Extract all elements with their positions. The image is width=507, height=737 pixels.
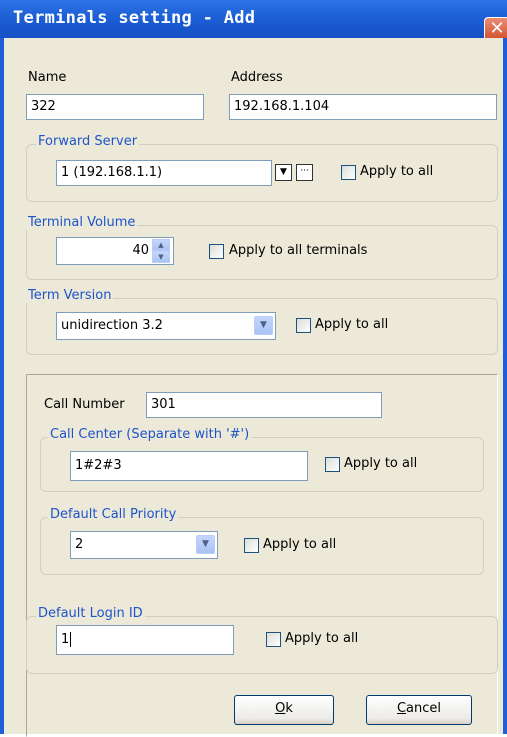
call-number-label: Call Number [44,397,125,412]
term-version-dropdown-button[interactable]: ▼ [254,316,273,335]
forward-server-dropdown-button[interactable]: ▼ [275,164,292,181]
name-field[interactable]: 322 [26,94,204,120]
terminal-volume-apply-label: Apply to all terminals [229,243,368,258]
ok-mnemonic: O [275,701,286,716]
volume-up-button[interactable]: ▲ [152,239,170,251]
login-id-legend: Default Login ID [36,606,145,621]
chevron-down-icon: ▼ [260,320,267,330]
login-id-apply-label: Apply to all [285,631,359,646]
name-label: Name [28,70,67,85]
call-priority-apply-label: Apply to all [263,537,337,552]
call-number-field[interactable]: 301 [146,392,382,418]
call-center-apply-label: Apply to all [344,456,418,471]
forward-server-field[interactable]: 1 (192.168.1.1) [56,160,272,186]
window-title: Terminals setting - Add [13,8,256,28]
login-id-value: 1 [61,632,70,647]
arrow-down-icon: ▼ [158,253,164,261]
close-icon: ✕ [489,18,505,39]
ok-label-rest: k [285,701,293,716]
forward-server-legend: Forward Server [36,134,140,149]
term-version-select[interactable]: unidirection 3.2 [56,312,276,340]
cancel-button[interactable]: Cancel [366,695,472,725]
login-id-apply-checkbox[interactable] [266,632,281,647]
address-field[interactable]: 192.168.1.104 [229,94,497,120]
call-priority-legend: Default Call Priority [48,507,179,522]
text-cursor [70,632,72,647]
ok-button[interactable]: Ok [234,695,334,725]
term-version-apply-checkbox[interactable] [296,318,311,333]
call-priority-apply-checkbox[interactable] [244,538,259,553]
address-label: Address [231,70,283,85]
call-center-field[interactable]: 1#2#3 [70,451,308,481]
login-id-field[interactable]: 1 [56,625,234,655]
forward-server-browse-button[interactable]: ··· [296,164,313,181]
triangle-down-icon: ▼ [280,167,287,177]
chevron-down-icon: ▼ [202,539,209,549]
window-border-right [503,38,507,734]
window-border-left [0,38,4,734]
call-center-apply-checkbox[interactable] [325,457,340,472]
call-center-legend: Call Center (Separate with '#') [48,427,252,442]
call-priority-dropdown-button[interactable]: ▼ [196,535,215,554]
ellipsis-icon: ··· [300,166,309,176]
terminal-volume-apply-checkbox[interactable] [209,244,224,259]
volume-down-button[interactable]: ▼ [152,251,170,263]
forward-server-apply-checkbox[interactable] [341,165,356,180]
terminal-volume-legend: Terminal Volume [26,215,138,230]
cancel-mnemonic: C [396,701,407,716]
forward-server-apply-label: Apply to all [360,164,434,179]
arrow-up-icon: ▲ [158,241,164,249]
term-version-apply-label: Apply to all [315,317,389,332]
term-version-legend: Term Version [26,288,114,303]
cancel-label-rest: ancel [406,701,442,716]
